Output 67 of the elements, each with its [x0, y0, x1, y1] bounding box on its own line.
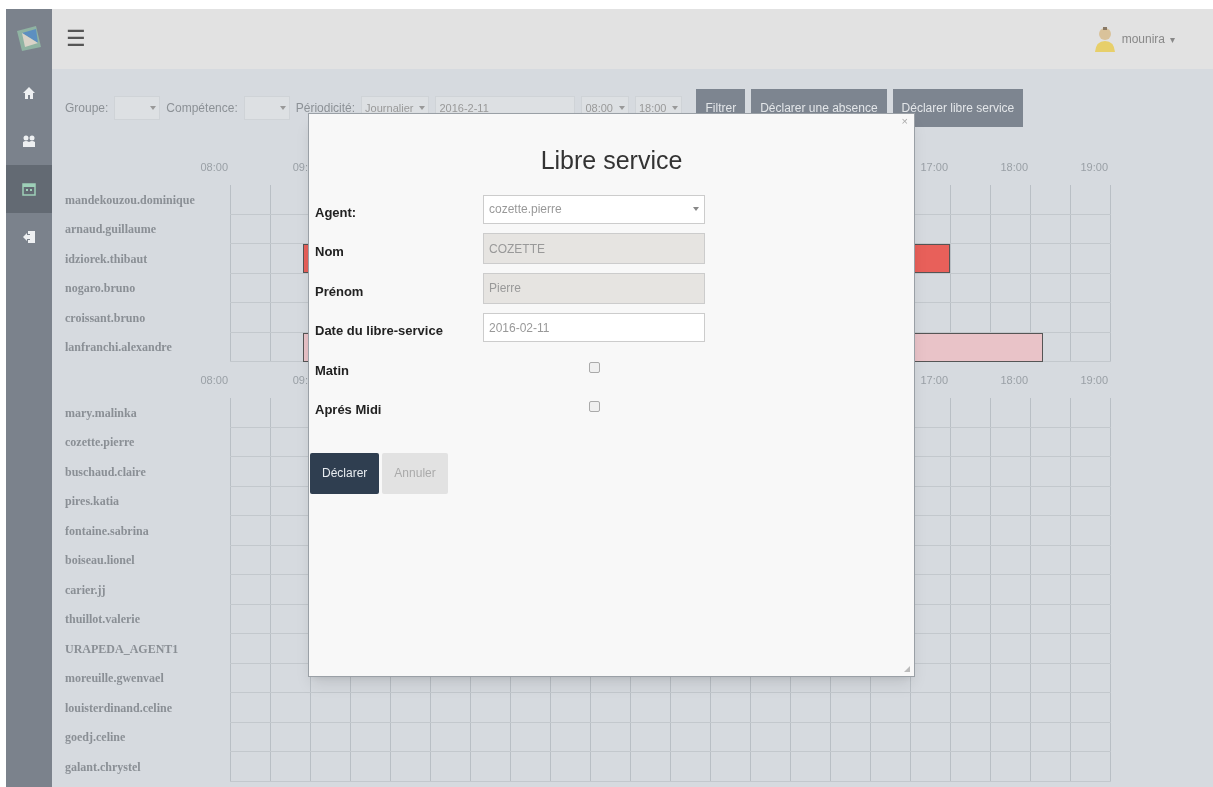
time-label: 18:00	[1000, 372, 1029, 388]
caret-icon	[693, 207, 699, 212]
agent-name: arnaud.guillaume	[65, 221, 157, 239]
agent-name: carier.jj	[65, 581, 106, 599]
agent-name: croissant.bruno	[65, 309, 146, 327]
menu-icon[interactable]: ☰	[66, 28, 86, 50]
user-name[interactable]: mounira	[1121, 30, 1165, 48]
agent-name: moreuille.gwenvael	[65, 670, 164, 688]
field-label: Date du libre-service	[315, 322, 444, 340]
caret-icon	[150, 106, 157, 110]
agent-name: mandekouzou.dominique	[65, 191, 195, 209]
calendar-icon	[22, 182, 36, 196]
caret-icon	[672, 106, 679, 110]
resize-grip-icon[interactable]	[904, 666, 910, 672]
agent-name: goedj.celine	[65, 729, 126, 747]
home-icon	[22, 86, 36, 100]
cancel-button[interactable]: Annuler	[382, 452, 448, 494]
time-label: 09:	[292, 159, 309, 175]
time-label: 09:	[292, 372, 309, 388]
field-label: Aprés Midi	[315, 401, 383, 419]
checkbox[interactable]	[588, 401, 600, 413]
sidebar-item[interactable]	[6, 165, 52, 213]
field-label: Nom	[315, 243, 345, 261]
agent-name: cozette.pierre	[65, 434, 135, 452]
input-field[interactable]: 2016-02-11	[483, 313, 705, 343]
agent-name: nogaro.bruno	[65, 280, 136, 298]
dialog-title: Libre service	[540, 145, 683, 176]
time-label: 18:00	[1000, 159, 1029, 175]
field-label: Matin	[315, 361, 350, 380]
close-icon[interactable]: ×	[901, 116, 908, 127]
time-label: 19:00	[1080, 372, 1109, 388]
time-label: 19:00	[1080, 159, 1109, 175]
caret-icon	[419, 106, 426, 110]
input-field[interactable]: Pierre	[483, 272, 705, 304]
users-icon	[22, 134, 36, 148]
time-label: 08:00	[200, 372, 229, 388]
time-label: 17:00	[920, 372, 949, 388]
caret-icon[interactable]: ▾	[1170, 31, 1175, 47]
agent-select[interactable]: cozette.pierre	[483, 194, 705, 224]
logo-icon[interactable]	[14, 23, 44, 53]
agent-name: pires.katia	[65, 493, 120, 511]
select-field[interactable]	[114, 96, 161, 120]
agent-name: louisterdinand.celine	[65, 699, 172, 717]
agent-name: galant.chrystel	[65, 758, 141, 776]
agent-name: fontaine.sabrina	[65, 522, 149, 540]
input-field[interactable]: COZETTE	[483, 233, 705, 265]
filter-label: Compétence:	[166, 100, 238, 117]
field-label: Prénom	[315, 282, 365, 301]
agent-name: URAPEDA_AGENT1	[65, 640, 179, 658]
agent-name: mary.malinka	[65, 404, 137, 422]
field-label: Agent:	[315, 203, 358, 222]
time-label: 08:00	[200, 159, 229, 175]
caret-icon	[279, 106, 286, 110]
agent-name: idziorek.thibaut	[65, 250, 148, 268]
agent-name: boiseau.lionel	[65, 552, 135, 570]
agent-name: buschaud.claire	[65, 463, 146, 481]
agent-name: lanfranchi.alexandre	[65, 339, 172, 357]
select-field[interactable]	[243, 96, 290, 120]
declare-button[interactable]: Déclarer	[310, 452, 380, 494]
agent-name: thuillot.valerie	[65, 611, 140, 629]
filter-label: Périodicité:	[295, 100, 356, 117]
sign-out-icon	[22, 230, 36, 244]
user-avatar-icon[interactable]	[1093, 26, 1116, 52]
checkbox[interactable]	[588, 361, 600, 373]
time-label: 17:00	[920, 159, 949, 175]
filter-label: Groupe:	[65, 100, 109, 117]
caret-icon	[618, 106, 625, 110]
